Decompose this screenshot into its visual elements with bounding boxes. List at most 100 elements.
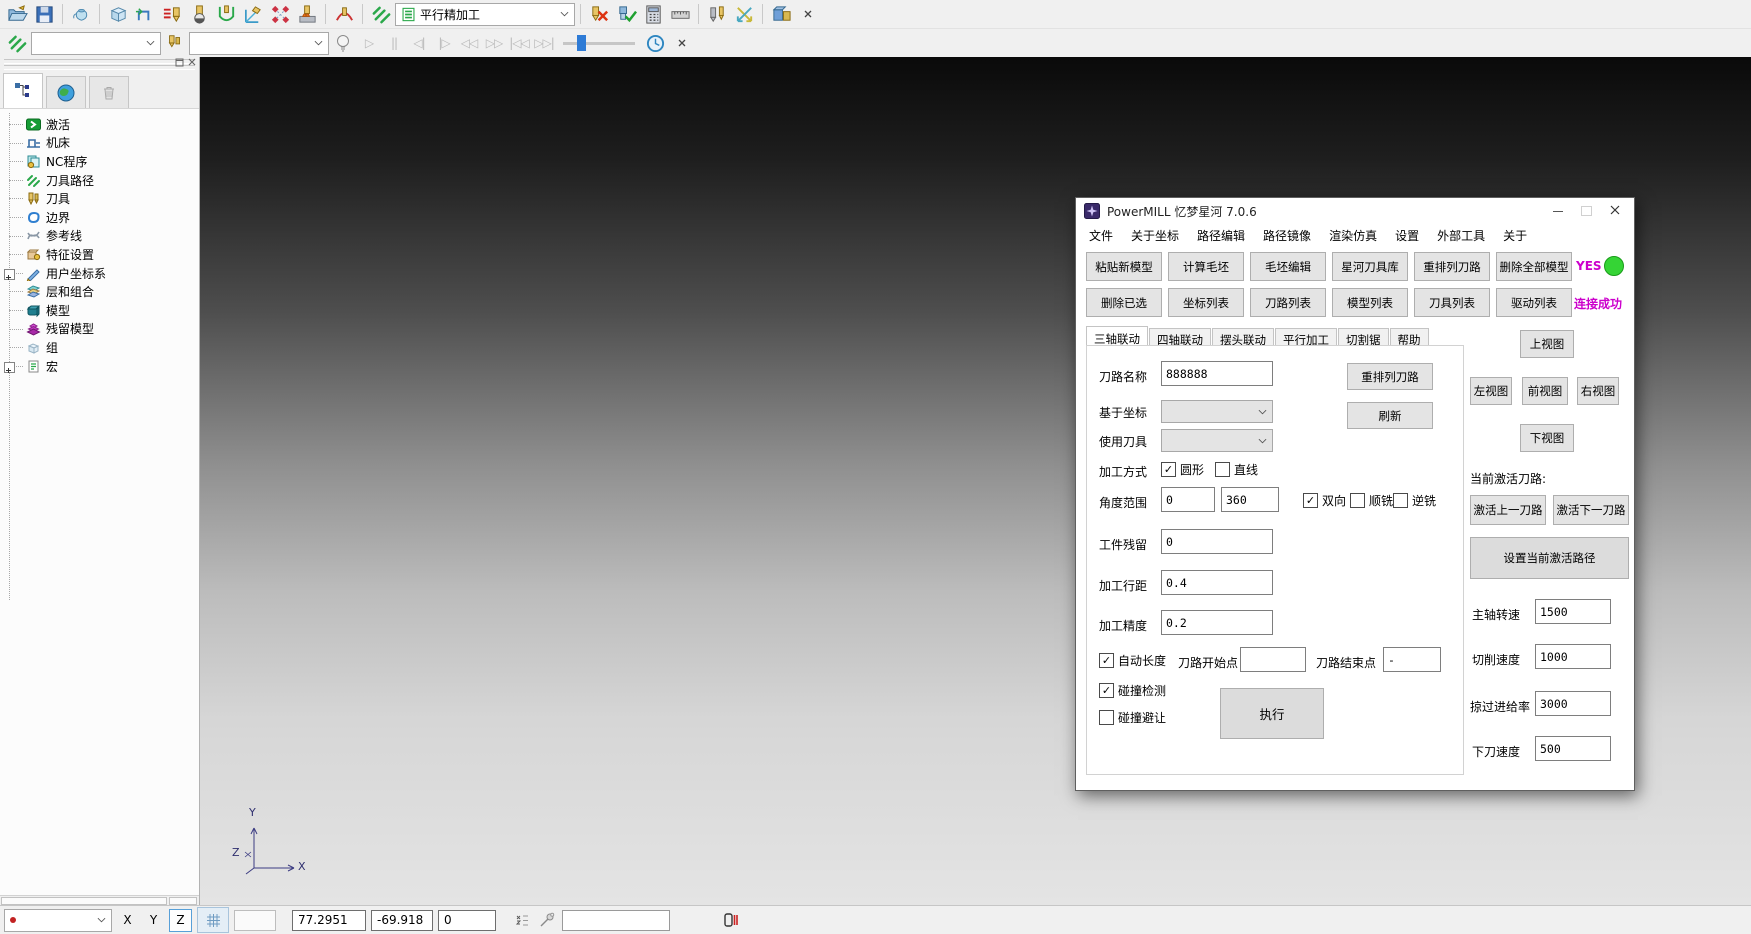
- axis-z-button[interactable]: Z: [169, 909, 192, 932]
- maximize-button[interactable]: [1581, 206, 1592, 216]
- delete-selected-button[interactable]: 删除已选: [1086, 288, 1162, 317]
- toolpath-name-input[interactable]: [1161, 361, 1273, 386]
- rearrange-button[interactable]: 重排列刀路: [1347, 363, 1433, 390]
- tree-item-nc-programs[interactable]: NC程序: [0, 152, 199, 171]
- model-list-button[interactable]: 模型列表: [1332, 288, 1408, 317]
- panel-gripper[interactable]: [4, 59, 195, 64]
- tab-recycle-bin[interactable]: [89, 76, 129, 108]
- step-forward-button[interactable]: |▷: [432, 31, 456, 55]
- tree-item-activate[interactable]: 激活: [0, 115, 199, 134]
- pattern-button[interactable]: [267, 1, 293, 27]
- front-view-button[interactable]: 前视图: [1522, 377, 1568, 405]
- start-point-input[interactable]: [1240, 647, 1306, 672]
- end-point-input[interactable]: [1383, 647, 1441, 672]
- menu-about[interactable]: 关于: [1494, 225, 1536, 246]
- climb-mill-checkbox[interactable]: 顺铣: [1350, 492, 1393, 509]
- menu-path-edit[interactable]: 路径编辑: [1188, 225, 1254, 246]
- tree-item-models[interactable]: 模型: [0, 301, 199, 320]
- tree-item-boundaries[interactable]: 边界: [0, 208, 199, 227]
- tool-sphere-button[interactable]: [186, 1, 212, 27]
- activate-next-button[interactable]: 激活下一刀路: [1553, 495, 1629, 525]
- play-button[interactable]: ▷: [357, 31, 381, 55]
- calculate-block-button[interactable]: 计算毛坯: [1168, 252, 1244, 281]
- collision-avoid-checkbox[interactable]: 碰撞避让: [1099, 709, 1166, 726]
- tab-explorer-tree[interactable]: [3, 73, 43, 108]
- save-project-button[interactable]: [31, 1, 57, 27]
- drive-list-button[interactable]: 驱动列表: [1496, 288, 1572, 317]
- menu-coordinates[interactable]: 关于坐标: [1122, 225, 1188, 246]
- simulation-tool-combobox[interactable]: [189, 32, 329, 55]
- simulation-toolpath-combobox[interactable]: [31, 32, 161, 55]
- models-button[interactable]: [768, 1, 794, 27]
- swap-button[interactable]: [731, 1, 757, 27]
- open-project-button[interactable]: [4, 1, 30, 27]
- tree-item-toolpaths[interactable]: 刀具路径: [0, 171, 199, 190]
- dialog-titlebar[interactable]: PowerMILL 忆梦星河 7.0.6: [1076, 198, 1634, 224]
- verify-toolpath-button[interactable]: [613, 1, 639, 27]
- cutting-feed-input[interactable]: [1535, 644, 1611, 669]
- highlight-button[interactable]: [330, 30, 356, 56]
- tool-database-button[interactable]: [704, 1, 730, 27]
- graphics-viewport[interactable]: Y X Z PowerMILL 忆梦星河 7.0.6 文件 关于坐标 路径编辑 …: [200, 57, 1751, 906]
- rearrange-toolpaths-button[interactable]: 重排列刀路: [1414, 252, 1490, 281]
- status-combobox[interactable]: [4, 909, 112, 932]
- leads-links-button[interactable]: [132, 1, 158, 27]
- axis-x-button[interactable]: X: [117, 910, 138, 931]
- stepover-input[interactable]: [1161, 570, 1273, 595]
- xyz-list-button[interactable]: [514, 907, 532, 933]
- tree-item-feature-sets[interactable]: 特征设置: [0, 245, 199, 264]
- spindle-speed-input[interactable]: [1535, 599, 1611, 624]
- tool-library-button[interactable]: 星河刀具库: [1332, 252, 1408, 281]
- delete-all-models-button[interactable]: 删除全部模型: [1496, 252, 1572, 281]
- tree-item-levels[interactable]: 层和组合: [0, 282, 199, 301]
- position-y-field[interactable]: [371, 910, 433, 931]
- menu-file[interactable]: 文件: [1080, 225, 1122, 246]
- set-active-path-button[interactable]: 设置当前激活路径: [1470, 537, 1629, 579]
- nc-program-button[interactable]: [368, 1, 394, 27]
- dialog-close-button[interactable]: [1610, 204, 1620, 218]
- collision-check-checkbox[interactable]: ✓碰撞检测: [1099, 682, 1166, 699]
- position-x-field[interactable]: [292, 910, 366, 931]
- expand-icon[interactable]: [4, 269, 15, 280]
- measure-button[interactable]: [667, 1, 693, 27]
- tab-world[interactable]: [46, 76, 86, 108]
- tree-item-machine[interactable]: 机床: [0, 134, 199, 153]
- stock-allowance-input[interactable]: [1161, 529, 1273, 554]
- mode-circle-checkbox[interactable]: ✓圆形: [1161, 461, 1204, 478]
- tool-select[interactable]: [1161, 429, 1273, 452]
- angle-to-input[interactable]: [1221, 487, 1279, 512]
- refresh-button[interactable]: 刷新: [1347, 402, 1433, 429]
- minimize-button[interactable]: [1553, 211, 1563, 212]
- grid-snap-button[interactable]: [197, 907, 229, 933]
- tolerance-input[interactable]: [1161, 610, 1273, 635]
- menu-external-tools[interactable]: 外部工具: [1428, 225, 1494, 246]
- tool-list-button[interactable]: 刀具列表: [1414, 288, 1490, 317]
- block-edit-button[interactable]: 毛坯编辑: [1250, 252, 1326, 281]
- auto-length-checkbox[interactable]: ✓自动长度: [1099, 652, 1166, 669]
- coordinate-list-button[interactable]: 坐标列表: [1168, 288, 1244, 317]
- workplane-edit-button[interactable]: [240, 1, 266, 27]
- fast-forward-button[interactable]: ▷▷: [482, 31, 506, 55]
- right-view-button[interactable]: 右视图: [1577, 377, 1619, 405]
- execute-button[interactable]: 执行: [1220, 688, 1324, 739]
- simulation-speed-slider[interactable]: [563, 33, 635, 53]
- menu-render-simulate[interactable]: 渲染仿真: [1320, 225, 1386, 246]
- tree-item-stock-models[interactable]: 残留模型: [0, 320, 199, 339]
- scrollbar-thumb[interactable]: [1, 897, 167, 905]
- axis-y-button[interactable]: Y: [143, 910, 164, 931]
- close-panel-icon[interactable]: [188, 58, 196, 66]
- position-z-field[interactable]: [438, 910, 496, 931]
- block-button[interactable]: [105, 1, 131, 27]
- tree-item-patterns[interactable]: 参考线: [0, 227, 199, 246]
- toolbar2-close-button[interactable]: [669, 30, 695, 56]
- top-view-button[interactable]: 上视图: [1520, 330, 1574, 358]
- collision-check-button[interactable]: [294, 1, 320, 27]
- menu-path-mirror[interactable]: 路径镜像: [1254, 225, 1320, 246]
- base-coordinate-select[interactable]: [1161, 400, 1273, 423]
- activate-previous-button[interactable]: 激活上一刀路: [1470, 495, 1546, 525]
- left-view-button[interactable]: 左视图: [1470, 377, 1512, 405]
- menu-settings[interactable]: 设置: [1386, 225, 1428, 246]
- mode-line-checkbox[interactable]: 直线: [1215, 461, 1258, 478]
- tree-item-tools[interactable]: 刀具: [0, 189, 199, 208]
- tree-item-workplanes[interactable]: 用户坐标系: [0, 264, 199, 283]
